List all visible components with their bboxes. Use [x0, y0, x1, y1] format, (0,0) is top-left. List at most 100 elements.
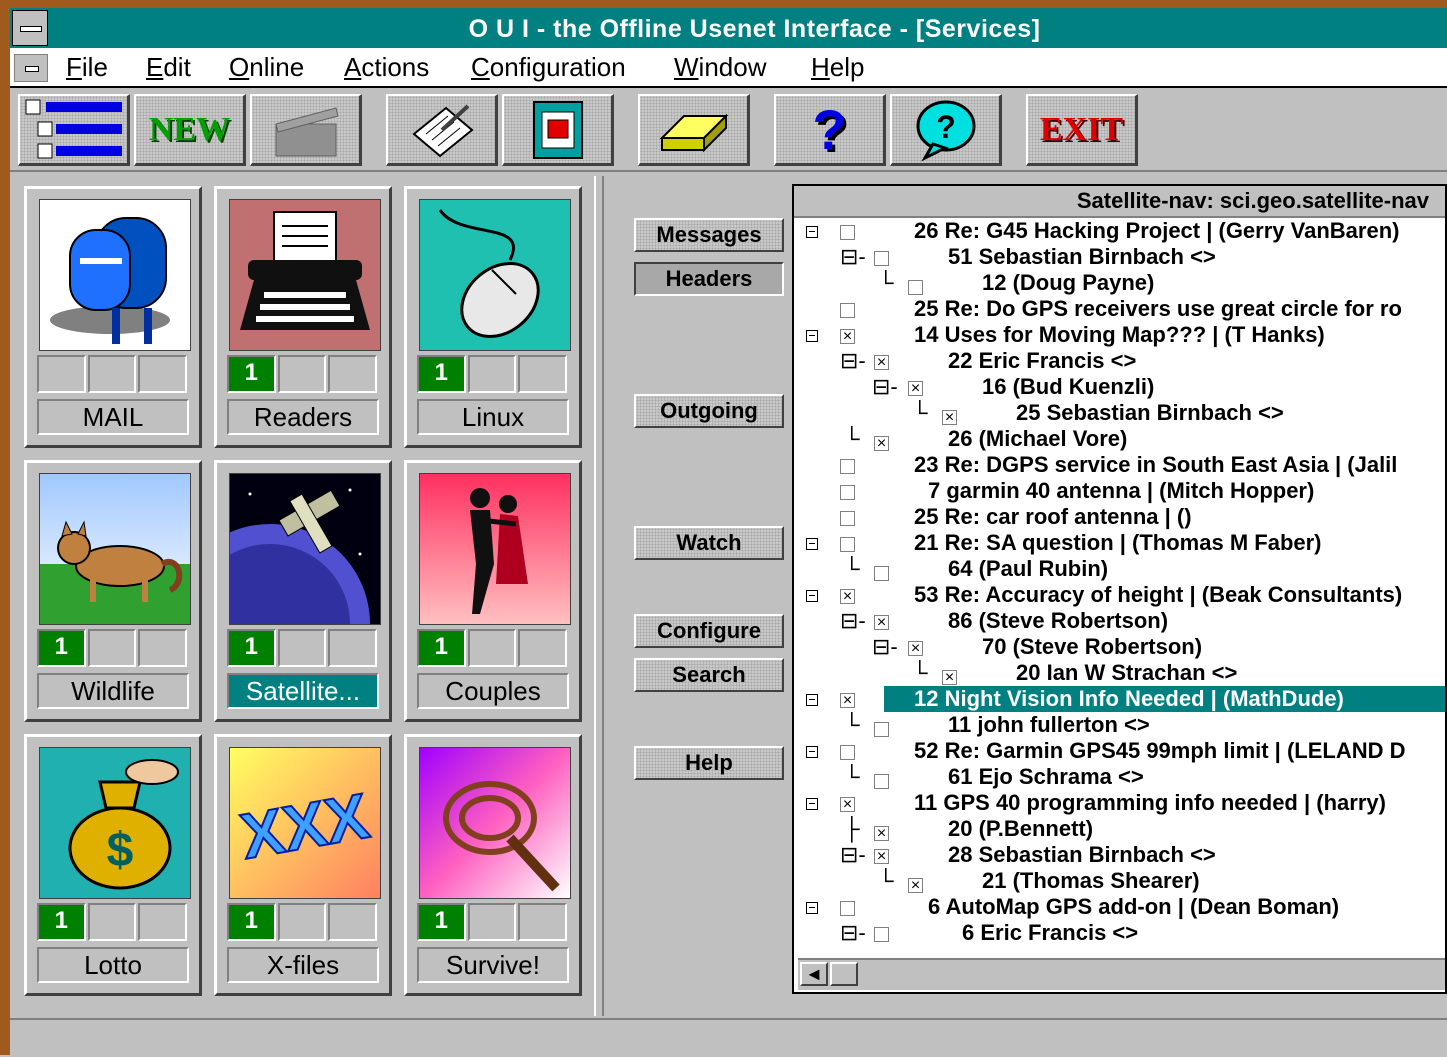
thread-row[interactable]: ⊟- × 70 (Steve Robertson): [794, 634, 1445, 660]
thread-row[interactable]: ⊟- × 86 (Steve Robertson): [794, 608, 1445, 634]
checkbox[interactable]: [874, 722, 889, 737]
checkbox[interactable]: [874, 927, 889, 942]
thread-row[interactable]: └ × 26 (Michael Vore): [794, 426, 1445, 452]
checkbox-checked[interactable]: ×: [840, 693, 855, 709]
checkbox-checked[interactable]: ×: [874, 615, 889, 631]
compose-button[interactable]: [386, 94, 498, 166]
thread-row[interactable]: × 11 GPS 40 programming info needed | (h…: [794, 790, 1445, 816]
thread-row[interactable]: 21 Re: SA question | (Thomas M Faber): [794, 530, 1445, 556]
thread-row[interactable]: ⊟- 51 Sebastian Birnbach <>: [794, 244, 1445, 270]
thread-row[interactable]: 7 garmin 40 antenna | (Mitch Hopper): [794, 478, 1445, 504]
context-help-button[interactable]: ?: [890, 94, 1002, 166]
thread-row[interactable]: ⊟- × 16 (Bud Kuenzli): [794, 374, 1445, 400]
thread-row[interactable]: ⊟- × 28 Sebastian Birnbach <>: [794, 842, 1445, 868]
new-button[interactable]: NEW: [134, 94, 246, 166]
checkbox-checked[interactable]: ×: [908, 641, 923, 657]
menu-file[interactable]: File: [66, 50, 108, 84]
menu-help[interactable]: Help: [811, 50, 864, 84]
service-tile-satellite[interactable]: 1 Satellite...: [214, 460, 392, 722]
title-bar[interactable]: O U I - the Offline Usenet Interface - […: [10, 8, 1447, 48]
checkbox[interactable]: [840, 537, 855, 552]
checkbox[interactable]: [874, 251, 889, 266]
thread-row[interactable]: 52 Re: Garmin GPS45 99mph limit | (LELAN…: [794, 738, 1445, 764]
headers-button[interactable]: Headers: [634, 262, 784, 296]
collapse-icon[interactable]: [806, 798, 818, 810]
collapse-icon[interactable]: [806, 226, 818, 238]
clapper-button[interactable]: [250, 94, 362, 166]
inbox-button[interactable]: [638, 94, 750, 166]
checkbox-checked[interactable]: ×: [942, 670, 957, 686]
checkbox-checked[interactable]: ×: [840, 797, 855, 813]
thread-row[interactable]: └ 11 john fullerton <>: [794, 712, 1445, 738]
scroll-thumb[interactable]: [830, 962, 858, 986]
thread-row[interactable]: 25 Re: car roof antenna | (): [794, 504, 1445, 530]
search-button[interactable]: Search: [634, 658, 784, 692]
thread-row[interactable]: └ × 21 (Thomas Shearer): [794, 868, 1445, 894]
collapse-icon[interactable]: [806, 538, 818, 550]
service-tile-mail[interactable]: MAIL: [24, 186, 202, 448]
checkbox[interactable]: [840, 303, 855, 318]
configure-button[interactable]: Configure: [634, 614, 784, 648]
thread-row[interactable]: └ × 20 Ian W Strachan <>: [794, 660, 1445, 686]
thread-row[interactable]: 26 Re: G45 Hacking Project | (Gerry VanB…: [794, 218, 1445, 244]
thread-row[interactable]: └ 12 (Doug Payne): [794, 270, 1445, 296]
thread-row-selected[interactable]: × 12 Night Vision Info Needed | (MathDud…: [794, 686, 1445, 712]
thread-row[interactable]: └ 61 Ejo Schrama <>: [794, 764, 1445, 790]
checkbox-checked[interactable]: ×: [840, 589, 855, 605]
checkbox[interactable]: [840, 745, 855, 760]
checkbox[interactable]: [874, 774, 889, 789]
service-tile-linux[interactable]: 1 Linux: [404, 186, 582, 448]
menu-online[interactable]: Online: [229, 50, 304, 84]
thread-row[interactable]: 25 Re: Do GPS receivers use great circle…: [794, 296, 1445, 322]
thread-row[interactable]: ⊟- 6 Eric Francis <>: [794, 920, 1445, 946]
service-tile-readers[interactable]: 1 Readers: [214, 186, 392, 448]
menu-window[interactable]: Window: [674, 50, 766, 84]
thread-row[interactable]: 6 AutoMap GPS add-on | (Dean Boman): [794, 894, 1445, 920]
scroll-left-icon[interactable]: ◄: [800, 962, 828, 986]
checkbox-checked[interactable]: ×: [840, 329, 855, 345]
thread-row[interactable]: 23 Re: DGPS service in South East Asia |…: [794, 452, 1445, 478]
checkbox[interactable]: [840, 511, 855, 526]
messages-button[interactable]: Messages: [634, 218, 784, 252]
horizontal-scrollbar[interactable]: ◄: [798, 958, 1445, 990]
checkbox[interactable]: [840, 225, 855, 240]
help-side-button[interactable]: Help: [634, 746, 784, 780]
thread-row[interactable]: ├ × 20 (P.Bennett): [794, 816, 1445, 842]
checkbox[interactable]: [908, 280, 923, 295]
service-tile-couples[interactable]: 1 Couples: [404, 460, 582, 722]
document-system-menu-button[interactable]: [14, 54, 48, 82]
collapse-icon[interactable]: [806, 746, 818, 758]
checkbox[interactable]: [840, 485, 855, 500]
checkbox-checked[interactable]: ×: [874, 826, 889, 842]
menu-configuration[interactable]: Configuration: [471, 50, 626, 84]
system-menu-button[interactable]: [12, 10, 48, 46]
collapse-icon[interactable]: [806, 902, 818, 914]
pane-splitter[interactable]: [594, 176, 604, 1016]
collapse-icon[interactable]: [806, 694, 818, 706]
services-list-button[interactable]: [18, 94, 130, 166]
collapse-icon[interactable]: [806, 330, 818, 342]
outgoing-button[interactable]: Outgoing: [634, 394, 784, 428]
checkbox[interactable]: [840, 901, 855, 916]
checkbox-checked[interactable]: ×: [874, 436, 889, 452]
thread-row[interactable]: × 53 Re: Accuracy of height | (Beak Cons…: [794, 582, 1445, 608]
checkbox[interactable]: [840, 459, 855, 474]
checkbox-checked[interactable]: ×: [874, 849, 889, 865]
thread-row[interactable]: ⊟- × 22 Eric Francis <>: [794, 348, 1445, 374]
checkbox[interactable]: [874, 566, 889, 581]
help-button[interactable]: ?: [774, 94, 886, 166]
thread-row[interactable]: └ × 25 Sebastian Birnbach <>: [794, 400, 1445, 426]
checkbox-checked[interactable]: ×: [908, 878, 923, 894]
service-tile-xfiles[interactable]: XXX 1 X-files: [214, 734, 392, 996]
menu-edit[interactable]: Edit: [146, 50, 191, 84]
service-tile-survive[interactable]: 1 Survive!: [404, 734, 582, 996]
thread-row[interactable]: └ 64 (Paul Rubin): [794, 556, 1445, 582]
watch-button[interactable]: Watch: [634, 526, 784, 560]
checkbox-checked[interactable]: ×: [874, 355, 889, 371]
checkbox-checked[interactable]: ×: [942, 410, 957, 426]
thread-list[interactable]: Satellite-nav: sci.geo.satellite-nav 26 …: [792, 184, 1447, 994]
phone-book-button[interactable]: [502, 94, 614, 166]
service-tile-lotto[interactable]: $ 1 Lotto: [24, 734, 202, 996]
menu-actions[interactable]: Actions: [344, 50, 429, 84]
checkbox-checked[interactable]: ×: [908, 381, 923, 397]
